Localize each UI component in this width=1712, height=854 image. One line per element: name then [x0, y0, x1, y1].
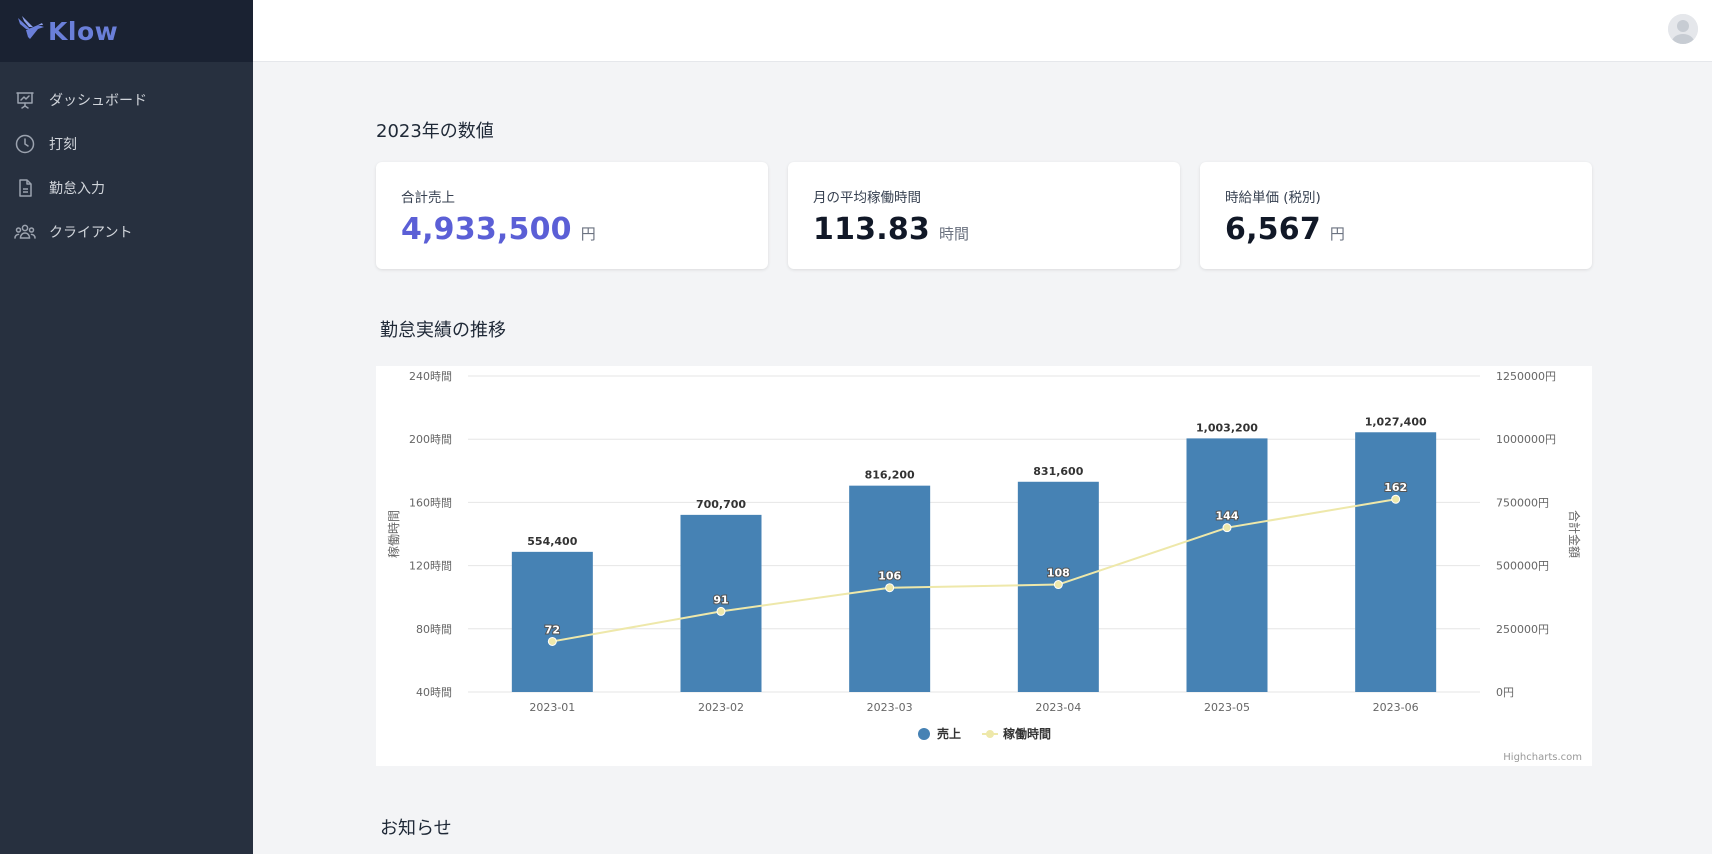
left-axis-tick-label: 80時間: [416, 623, 452, 636]
legend-label: 売上: [937, 726, 961, 741]
bar-sales[interactable]: [1355, 432, 1437, 692]
stat-value: 6,567: [1225, 212, 1321, 247]
chart-section-title: 勤怠実績の推移: [380, 320, 506, 341]
top-header: [253, 0, 1712, 62]
x-axis-tick-label: 2023-05: [1204, 701, 1250, 714]
bar-data-label: 1,027,400: [1365, 415, 1427, 428]
right-axis-tick-label: 500000円: [1496, 560, 1549, 573]
sidebar-item-label: ダッシュボード: [49, 93, 147, 109]
x-axis-tick-label: 2023-04: [1035, 701, 1081, 714]
legend-item-hours[interactable]: 稼働時間: [982, 726, 1051, 741]
left-axis-tick-label: 120時間: [409, 560, 452, 573]
sidebar-item-label: クライアント: [49, 225, 133, 241]
attendance-chart: 554,400 700,700 816,200 831,600 1,003,200 1,0…: [376, 366, 1592, 766]
line-data-label: 108: [1047, 567, 1070, 580]
stat-card-total-sales: 合計売上 4,933,500 円: [376, 162, 768, 269]
x-axis-tick-label: 2023-03: [867, 701, 913, 714]
bird-logo-icon: [16, 15, 46, 47]
x-axis-tick-label: 2023-02: [698, 701, 744, 714]
x-axis-tick-label: 2023-01: [529, 701, 575, 714]
sidebar-nav: ダッシュボード 打刻 勤怠入力 クライアント: [0, 78, 253, 254]
line-data-label: 91: [713, 593, 728, 606]
line-data-label: 162: [1384, 481, 1407, 494]
line-hours[interactable]: [552, 498, 1396, 643]
sidebar-item-clients[interactable]: クライアント: [0, 210, 253, 254]
bar-sales[interactable]: [511, 551, 593, 692]
chart-svg: 554,400 700,700 816,200 831,600 1,003,200 1,0…: [386, 370, 1582, 763]
notice-section-title: お知らせ: [380, 818, 452, 839]
stat-value-row: 6,567 円: [1225, 212, 1567, 247]
sidebar-item-dashboard[interactable]: ダッシュボード: [0, 78, 253, 122]
stat-value: 4,933,500: [401, 212, 572, 247]
stat-label: 合計売上: [401, 190, 455, 206]
bar-data-label: 816,200: [865, 469, 915, 482]
left-axis-title: 稼働時間: [386, 510, 401, 558]
sidebar-item-label: 勤怠入力: [49, 181, 105, 197]
right-axis-tick-label: 750000円: [1496, 496, 1549, 509]
sidebar-item-attendance[interactable]: 勤怠入力: [0, 166, 253, 210]
document-icon: [14, 177, 36, 199]
bar-data-label: 700,700: [696, 498, 746, 511]
bar-data-label: 831,600: [1033, 465, 1083, 478]
line-point-hours[interactable]: [1391, 494, 1401, 504]
stat-card-avg-hours: 月の平均稼働時間 113.83 時間: [788, 162, 1180, 269]
stat-value-row: 4,933,500 円: [401, 212, 743, 247]
right-axis-tick-label: 1250000円: [1496, 370, 1556, 383]
brand-name: Klow: [48, 16, 119, 46]
line-data-label: 144: [1216, 510, 1239, 523]
left-axis-tick-label: 40時間: [416, 686, 452, 699]
bar-data-label: 1,003,200: [1196, 421, 1258, 434]
right-axis-title: 合計金額: [1567, 510, 1582, 558]
presentation-chart-icon: [14, 89, 36, 111]
line-point-hours[interactable]: [547, 636, 557, 646]
chart-credit[interactable]: Highcharts.com: [1503, 752, 1582, 763]
x-axis-tick-label: 2023-06: [1373, 701, 1419, 714]
left-axis-tick-label: 160時間: [409, 496, 452, 509]
stat-unit: 円: [580, 225, 596, 243]
line-point-hours[interactable]: [1053, 580, 1063, 590]
stat-unit: 時間: [938, 225, 969, 243]
bar-sales[interactable]: [1186, 438, 1268, 692]
sidebar-item-label: 打刻: [49, 137, 77, 153]
left-axis-tick-label: 200時間: [409, 433, 452, 446]
stat-value-row: 113.83 時間: [813, 212, 1155, 247]
left-axis-tick-label: 240時間: [409, 370, 452, 383]
line-data-label: 72: [545, 623, 560, 636]
sidebar: Klow ダッシュボード 打刻 勤怠入力 クライアント: [0, 0, 253, 854]
stat-label: 時給単価 (税別): [1225, 190, 1321, 206]
right-axis-tick-label: 250000円: [1496, 623, 1549, 636]
sidebar-item-timecard[interactable]: 打刻: [0, 122, 253, 166]
line-point-hours[interactable]: [716, 606, 726, 616]
line-point-hours[interactable]: [1222, 523, 1232, 533]
right-axis-tick-label: 0円: [1496, 686, 1514, 699]
legend-symbol: [918, 728, 930, 740]
stat-card-hourly-rate: 時給単価 (税別) 6,567 円: [1200, 162, 1592, 269]
user-group-icon: [14, 221, 36, 243]
legend-label: 稼働時間: [1003, 726, 1051, 741]
legend-symbol: [986, 730, 994, 738]
user-avatar-icon[interactable]: [1668, 14, 1698, 44]
stat-unit: 円: [1329, 225, 1345, 243]
right-axis-tick-label: 1000000円: [1496, 433, 1556, 446]
clock-icon: [14, 133, 36, 155]
line-data-label: 106: [878, 570, 901, 583]
stat-label: 月の平均稼働時間: [813, 190, 921, 206]
legend-item-sales[interactable]: 売上: [918, 726, 961, 741]
bar-data-label: 554,400: [527, 535, 577, 548]
stat-value: 113.83: [813, 212, 930, 247]
stats-section-title: 2023年の数値: [376, 121, 494, 142]
line-point-hours[interactable]: [885, 583, 895, 593]
brand-header[interactable]: Klow: [0, 0, 253, 62]
